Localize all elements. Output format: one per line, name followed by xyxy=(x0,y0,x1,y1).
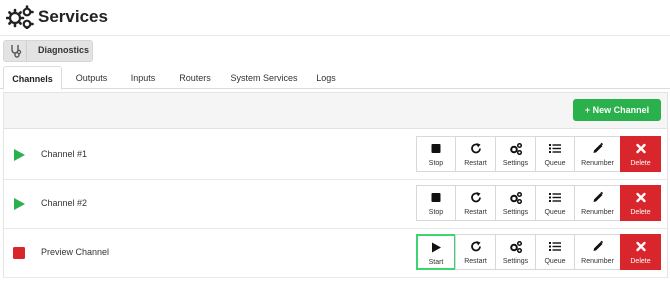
queue-icon xyxy=(549,193,561,202)
settings-button[interactable]: Settings xyxy=(495,185,536,221)
stethoscope-icon xyxy=(11,45,22,58)
channel-row: Channel #1 Stop Restart Settings Queue R… xyxy=(4,130,667,180)
tab-system-services[interactable]: System Services xyxy=(224,66,304,89)
diagnostics-button[interactable]: Diagnostics xyxy=(3,40,93,62)
pencil-icon xyxy=(593,240,603,251)
close-icon xyxy=(635,192,646,203)
new-channel-button[interactable]: + New Channel xyxy=(573,99,661,121)
stopped-status-icon xyxy=(13,247,25,259)
settings-button[interactable]: Settings xyxy=(495,136,536,172)
channel-actions: Stop Restart Settings Queue Renumber Del… xyxy=(416,136,661,172)
channel-name: Channel #1 xyxy=(41,149,88,159)
settings-icon xyxy=(509,191,522,204)
button-label: Start xyxy=(428,259,444,266)
page-title: Services xyxy=(38,7,108,26)
restart-icon xyxy=(470,241,481,252)
tab-inputs[interactable]: Inputs xyxy=(120,66,166,89)
restart-button[interactable]: Restart xyxy=(455,234,496,270)
queue-button[interactable]: Queue xyxy=(535,234,575,270)
button-label: Renumber xyxy=(581,209,614,216)
button-label: Queue xyxy=(544,258,566,265)
stop-icon xyxy=(431,193,441,202)
button-label: Renumber xyxy=(581,258,614,265)
settings-icon xyxy=(509,240,522,253)
restart-button[interactable]: Restart xyxy=(455,185,496,221)
button-label: Restart xyxy=(464,258,487,265)
running-status-icon xyxy=(14,198,25,210)
delete-button[interactable]: Delete xyxy=(620,234,661,270)
channels-panel: + New Channel Channel #1 Stop Restart Se… xyxy=(3,92,668,278)
channel-actions: Start Restart Settings Queue Renumber De… xyxy=(416,234,661,270)
running-status-icon xyxy=(14,149,25,161)
button-label: Delete xyxy=(630,160,651,167)
restart-button[interactable]: Restart xyxy=(455,136,496,172)
delete-button[interactable]: Delete xyxy=(620,185,661,221)
button-label: Settings xyxy=(502,160,529,167)
renumber-button[interactable]: Renumber xyxy=(574,136,621,172)
button-label: Delete xyxy=(630,209,651,216)
play-icon xyxy=(432,242,441,253)
button-label: Restart xyxy=(464,160,487,167)
queue-icon xyxy=(549,144,561,153)
tab-bar: Channels Outputs Inputs Routers System S… xyxy=(0,66,670,90)
divider xyxy=(26,41,27,61)
button-label: Stop xyxy=(428,160,444,167)
tab-logs[interactable]: Logs xyxy=(306,66,346,89)
button-label: Queue xyxy=(544,160,566,167)
settings-button[interactable]: Settings xyxy=(495,234,536,270)
channel-actions: Stop Restart Settings Queue Renumber Del… xyxy=(416,185,661,221)
queue-button[interactable]: Queue xyxy=(535,136,575,172)
stop-button[interactable]: Stop xyxy=(416,185,456,221)
close-icon xyxy=(635,143,646,154)
renumber-button[interactable]: Renumber xyxy=(574,185,621,221)
stop-icon xyxy=(431,144,441,153)
page-header: Services xyxy=(0,0,670,36)
settings-icon xyxy=(509,142,522,155)
tab-routers[interactable]: Routers xyxy=(168,66,222,89)
restart-icon xyxy=(470,143,481,154)
button-label: Delete xyxy=(630,258,651,265)
diagnostics-label: Diagnostics xyxy=(38,45,90,55)
queue-button[interactable]: Queue xyxy=(535,185,575,221)
gears-icon xyxy=(6,5,34,29)
button-label: Renumber xyxy=(581,160,614,167)
queue-icon xyxy=(549,242,561,251)
pencil-icon xyxy=(593,142,603,153)
channel-name: Preview Channel xyxy=(41,247,110,257)
restart-icon xyxy=(470,192,481,203)
pencil-icon xyxy=(593,191,603,202)
delete-button[interactable]: Delete xyxy=(620,136,661,172)
channel-row: Preview Channel Start Restart Settings Q… xyxy=(4,228,667,278)
start-button[interactable]: Start xyxy=(416,234,456,270)
renumber-button[interactable]: Renumber xyxy=(574,234,621,270)
tab-outputs[interactable]: Outputs xyxy=(64,66,119,89)
stop-button[interactable]: Stop xyxy=(416,136,456,172)
tab-channels[interactable]: Channels xyxy=(3,66,62,90)
button-label: Settings xyxy=(502,209,529,216)
button-label: Settings xyxy=(502,258,529,265)
button-label: Restart xyxy=(464,209,487,216)
close-icon xyxy=(635,241,646,252)
button-label: Queue xyxy=(544,209,566,216)
button-label: Stop xyxy=(428,209,444,216)
channel-row: Channel #2 Stop Restart Settings Queue R… xyxy=(4,179,667,229)
channel-name: Channel #2 xyxy=(41,198,88,208)
channels-toolbar: + New Channel xyxy=(4,93,667,129)
